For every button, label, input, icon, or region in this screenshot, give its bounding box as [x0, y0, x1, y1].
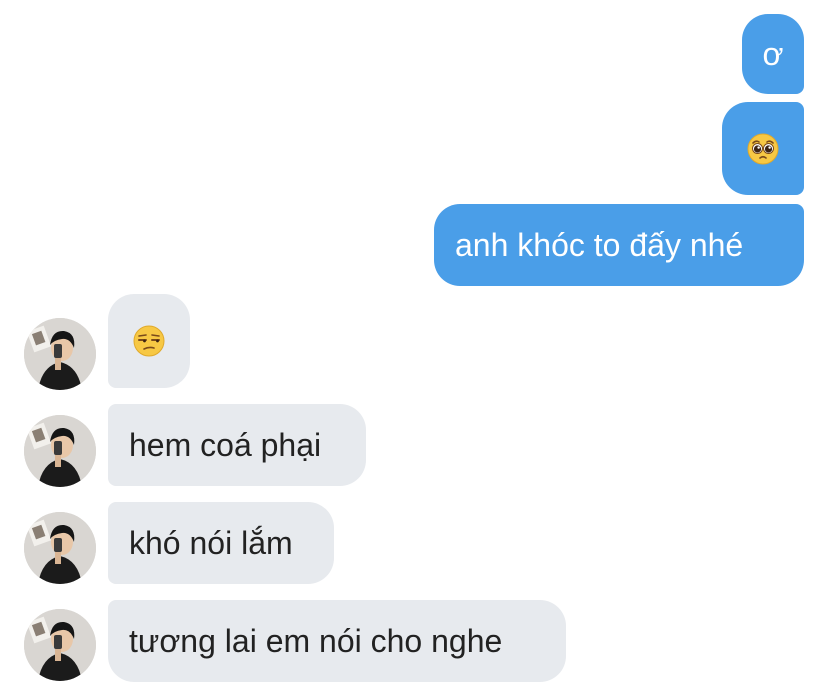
unamused-face-emoji-icon	[133, 325, 165, 357]
message-text: tương lai em nói cho nghe	[129, 623, 503, 659]
message-text: khó nói lắm	[129, 525, 293, 561]
incoming-message-bubble[interactable]: hem coá phại	[108, 404, 366, 486]
message-text: anh khóc to đấy nhé	[455, 227, 744, 263]
incoming-message-bubble[interactable]: tương lai em nói cho nghe	[108, 600, 566, 682]
outgoing-message-bubble[interactable]	[722, 102, 804, 195]
chat-thread: ơ anh khóc to đấy nhé hem coá phại khó n…	[0, 0, 828, 698]
pleading-face-emoji-icon	[747, 133, 779, 165]
incoming-message-bubble[interactable]: khó nói lắm	[108, 502, 334, 584]
contact-avatar[interactable]	[24, 512, 96, 584]
message-text: ơ	[762, 36, 784, 72]
outgoing-message-bubble[interactable]: anh khóc to đấy nhé	[434, 204, 804, 286]
outgoing-message-bubble[interactable]: ơ	[742, 14, 804, 94]
incoming-message-bubble[interactable]	[108, 294, 190, 388]
contact-avatar[interactable]	[24, 318, 96, 390]
contact-avatar[interactable]	[24, 609, 96, 681]
contact-avatar[interactable]	[24, 415, 96, 487]
message-text: hem coá phại	[129, 427, 322, 463]
